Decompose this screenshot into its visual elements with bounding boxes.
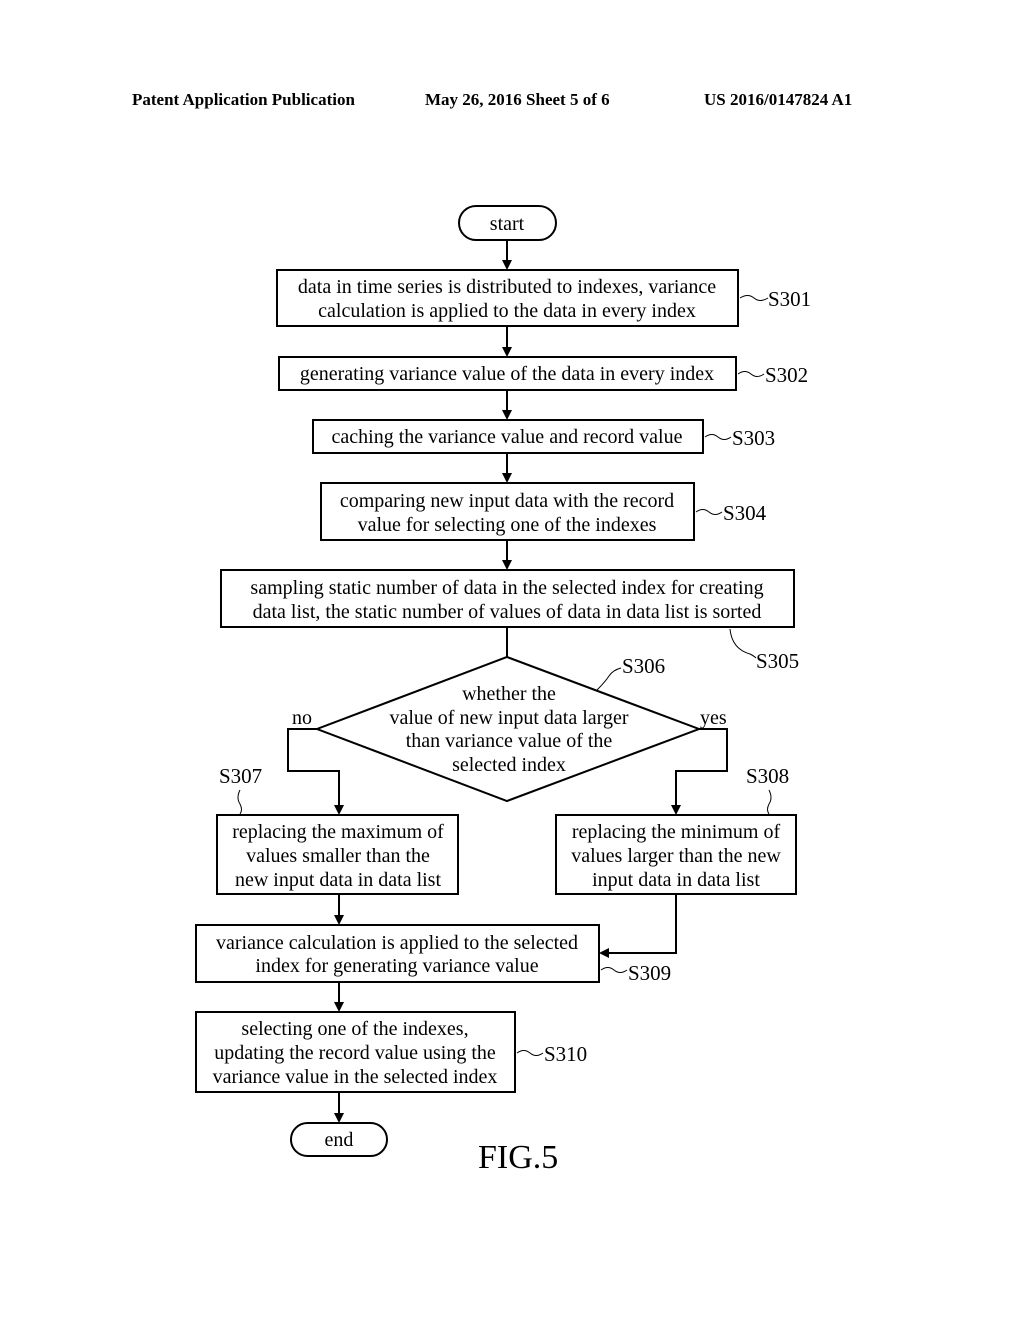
arrow-yes-s308 bbox=[675, 728, 728, 807]
arrow-s308-s309 bbox=[607, 894, 677, 954]
decision-yes-label: yes bbox=[700, 707, 727, 729]
step-s305-line-1: sampling static number of data in the se… bbox=[250, 577, 763, 599]
arrowhead bbox=[502, 410, 512, 420]
arrowhead bbox=[334, 1002, 344, 1012]
decision-no-label: no bbox=[292, 707, 312, 729]
decision-line-2: value of new input data larger bbox=[390, 707, 629, 729]
ref-s306: S306 bbox=[622, 654, 665, 678]
step-s301-line-1: data in time series is distributed to in… bbox=[298, 276, 716, 298]
step-s305-line-2: data list, the static number of values o… bbox=[253, 601, 762, 623]
arrowhead bbox=[599, 948, 609, 958]
start-terminal: start bbox=[458, 205, 557, 241]
start-label: start bbox=[490, 213, 525, 235]
decision-line-3: than variance value of the bbox=[406, 730, 613, 752]
end-terminal: end bbox=[290, 1122, 388, 1157]
step-s301: data in time series is distributed to in… bbox=[276, 269, 811, 327]
step-s307-line-1: replacing the maximum of bbox=[232, 821, 444, 843]
step-s303: caching the variance value and record va… bbox=[312, 419, 775, 454]
arrowhead bbox=[502, 560, 512, 570]
step-s308-line-3: input data in data list bbox=[592, 869, 760, 891]
decision-line-1: whether the bbox=[462, 683, 556, 705]
step-s309-line-1: variance calculation is applied to the s… bbox=[216, 932, 578, 954]
end-label: end bbox=[325, 1129, 354, 1151]
arrowhead bbox=[502, 260, 512, 270]
arrowhead bbox=[334, 805, 344, 815]
arrowhead bbox=[671, 805, 681, 815]
ref-s303: S303 bbox=[732, 426, 775, 450]
step-s308-line-1: replacing the minimum of bbox=[572, 821, 781, 843]
ref-s304: S304 bbox=[723, 501, 767, 525]
step-s310-line-3: variance value in the selected index bbox=[213, 1066, 498, 1088]
step-s304-line-1: comparing new input data with the record bbox=[340, 490, 674, 512]
step-s307: replacing the maximum of values smaller … bbox=[216, 764, 459, 895]
arrowhead bbox=[334, 915, 344, 925]
arrow-no-s307 bbox=[287, 728, 340, 807]
step-s308-line-2: values larger than the new bbox=[571, 845, 781, 867]
step-s309: variance calculation is applied to the s… bbox=[195, 924, 671, 985]
step-s307-line-2: values smaller than the bbox=[246, 845, 430, 867]
ref-s301: S301 bbox=[768, 287, 811, 311]
step-s310-line-1: selecting one of the indexes, bbox=[241, 1018, 468, 1040]
step-s310: selecting one of the indexes, updating t… bbox=[195, 1011, 587, 1093]
decision-line-4: selected index bbox=[452, 754, 566, 776]
ref-s310: S310 bbox=[544, 1042, 587, 1066]
step-s307-line-3: new input data in data list bbox=[235, 869, 442, 891]
decision-s306: whether the value of new input data larg… bbox=[292, 654, 727, 803]
ref-s308: S308 bbox=[746, 764, 789, 788]
ref-s305: S305 bbox=[756, 649, 799, 673]
step-s302: generating variance value of the data in… bbox=[278, 356, 808, 391]
ref-s307: S307 bbox=[219, 764, 262, 788]
arrowhead bbox=[502, 473, 512, 483]
flowchart: start data in time series is distributed… bbox=[195, 205, 811, 1176]
step-s301-line-2: calculation is applied to the data in ev… bbox=[318, 300, 696, 322]
step-s304: comparing new input data with the record… bbox=[320, 482, 767, 541]
step-s304-line-2: value for selecting one of the indexes bbox=[358, 514, 657, 536]
ref-s309: S309 bbox=[628, 961, 671, 985]
step-s302-line-1: generating variance value of the data in… bbox=[300, 363, 714, 385]
step-s310-line-2: updating the record value using the bbox=[214, 1042, 496, 1064]
step-s303-line-1: caching the variance value and record va… bbox=[332, 426, 683, 448]
figure-label: FIG.5 bbox=[478, 1139, 558, 1176]
arrowhead bbox=[334, 1113, 344, 1123]
ref-s302: S302 bbox=[765, 363, 808, 387]
arrowhead bbox=[502, 347, 512, 357]
step-s309-line-2: index for generating variance value bbox=[255, 955, 538, 977]
